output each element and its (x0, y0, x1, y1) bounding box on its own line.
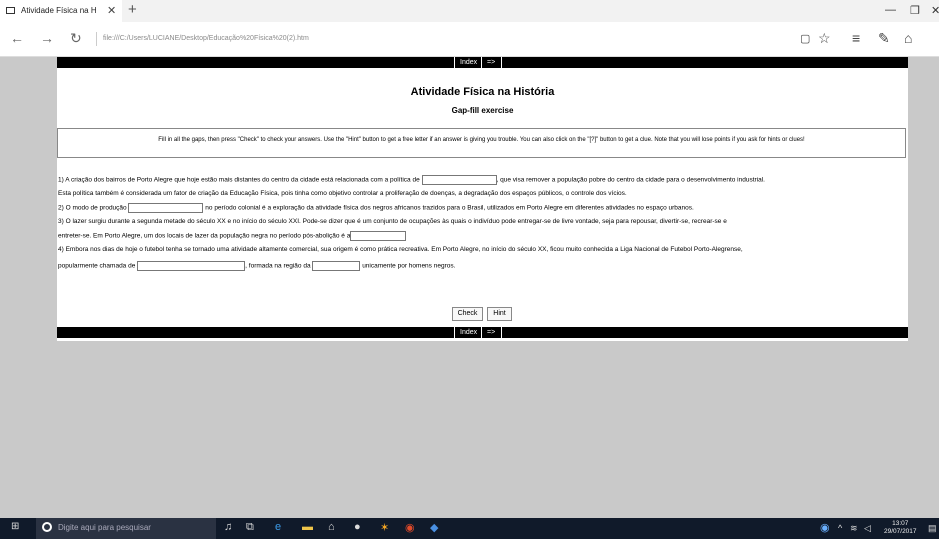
nav-divider (454, 327, 455, 338)
browser-tab[interactable]: Atividade Física na Histó ✕ (0, 0, 122, 22)
hub-icon[interactable]: ≡ (852, 30, 860, 46)
browser-tab-bar: Atividade Física na Histó ✕ + — ❐ ✕ (0, 0, 939, 22)
minimize-icon[interactable]: — (885, 4, 896, 16)
q4-text-3: , formada na região da (245, 262, 311, 270)
q4-text: 4) Embora nos dias de hoje o futebol ten… (58, 246, 743, 253)
url-field[interactable]: file:///C:/Users/LUCIANE/Desktop/Educaçã… (103, 35, 309, 42)
q4-text-2: popularmente chamada de (58, 262, 136, 270)
index-link[interactable]: Index (460, 57, 477, 68)
tray-app-icon[interactable]: ◉ (820, 521, 830, 534)
q1-text-cont: , que visa remover a população pobre do … (496, 176, 765, 184)
task-view-icon[interactable]: ⧉ (246, 521, 254, 534)
next-link[interactable]: => (487, 57, 495, 68)
q4-text-4: unicamente por homens negros. (362, 262, 456, 270)
clock[interactable]: 13:07 29/07/2017 (884, 520, 917, 536)
favorite-star-icon[interactable]: ☆ (818, 30, 831, 47)
page-icon (6, 7, 15, 14)
check-button[interactable]: Check (452, 307, 483, 321)
chrome-icon[interactable]: ◉ (405, 521, 415, 534)
clock-date: 29/07/2017 (884, 528, 917, 535)
clock-time: 13:07 (892, 520, 909, 527)
nav-divider (501, 327, 502, 338)
app-icon[interactable]: ● (354, 521, 361, 533)
search-input[interactable]: Digite aqui para pesquisar (36, 518, 216, 539)
share-icon[interactable]: ⌂ (904, 30, 912, 46)
nav-divider (454, 57, 455, 68)
new-tab-icon[interactable]: + (128, 1, 137, 18)
page-title: Atividade Física na História (410, 86, 555, 98)
folder-icon[interactable]: ▬ (302, 521, 313, 533)
store-icon[interactable]: ⌂ (328, 521, 335, 533)
bottom-nav-bar: Index => (57, 327, 908, 338)
page-subtitle: Gap-fill exercise (451, 106, 514, 115)
gap-input-1[interactable] (421, 175, 497, 185)
hint-button[interactable]: Hint (487, 307, 512, 321)
back-arrow-icon[interactable]: ← (10, 30, 24, 46)
forward-arrow-icon[interactable]: → (40, 30, 54, 46)
q1-text: 1) A criação dos bairros de Porto Alegre… (58, 176, 420, 184)
q3-text-2: entreter-se. Em Porto Alegre, um dos loc… (58, 232, 351, 240)
index-link-bottom[interactable]: Index (460, 327, 477, 338)
chevron-up-icon[interactable]: ^ (838, 523, 842, 533)
next-link-bottom[interactable]: => (487, 327, 495, 338)
gap-input-2[interactable] (128, 203, 204, 213)
edge-icon[interactable]: e (275, 521, 281, 533)
nav-divider (481, 57, 482, 68)
app-icon-3[interactable]: ◆ (430, 521, 438, 534)
web-note-icon[interactable]: ✎ (878, 30, 890, 47)
microphone-icon[interactable]: ♫ (224, 521, 232, 533)
q3-text: 3) O lazer surgiu durante a segunda meta… (58, 218, 727, 225)
search-placeholder: Digite aqui para pesquisar (58, 523, 151, 532)
divider (96, 32, 97, 46)
tab-title: Atividade Física na Histó (21, 6, 97, 15)
maximize-icon[interactable]: ❐ (910, 4, 920, 17)
q2-text: 2) O modo de produção (58, 204, 127, 212)
nav-divider (481, 327, 482, 338)
volume-icon[interactable]: ◁ (864, 523, 871, 534)
gap-input-5[interactable] (312, 261, 361, 271)
refresh-icon[interactable]: ↻ (70, 30, 82, 47)
instructions: Fill in all the gaps, then press "Check"… (57, 128, 906, 158)
q1-text-2: Esta política também é considerada um fa… (58, 190, 627, 197)
browser-content: Index => Atividade Física na História Ga… (0, 57, 939, 518)
cortana-icon (42, 522, 52, 532)
notification-icon[interactable]: ▤ (928, 523, 937, 534)
nav-divider (501, 57, 502, 68)
address-bar: ← → ↻ file:///C:/Users/LUCIANE/Desktop/E… (0, 22, 939, 57)
top-nav-bar: Index => (57, 57, 908, 68)
q2-text-cont: no período colonial é a exploração da at… (205, 204, 694, 212)
gap-input-3[interactable] (350, 231, 407, 241)
exercise-page: Index => Atividade Física na História Ga… (57, 57, 908, 341)
tab-close-icon[interactable]: ✕ (107, 4, 116, 17)
windows-taskbar: ⊞ Digite aqui para pesquisar ♫ ⧉ e ▬ ⌂ ●… (0, 518, 939, 539)
network-icon[interactable]: ≋ (850, 523, 858, 534)
windows-icon[interactable]: ⊞ (11, 521, 19, 532)
app-icon-2[interactable]: ✶ (380, 521, 389, 534)
gap-input-4[interactable] (137, 261, 246, 271)
reading-view-icon[interactable]: ▢ (800, 32, 810, 45)
close-window-icon[interactable]: ✕ (931, 4, 939, 17)
